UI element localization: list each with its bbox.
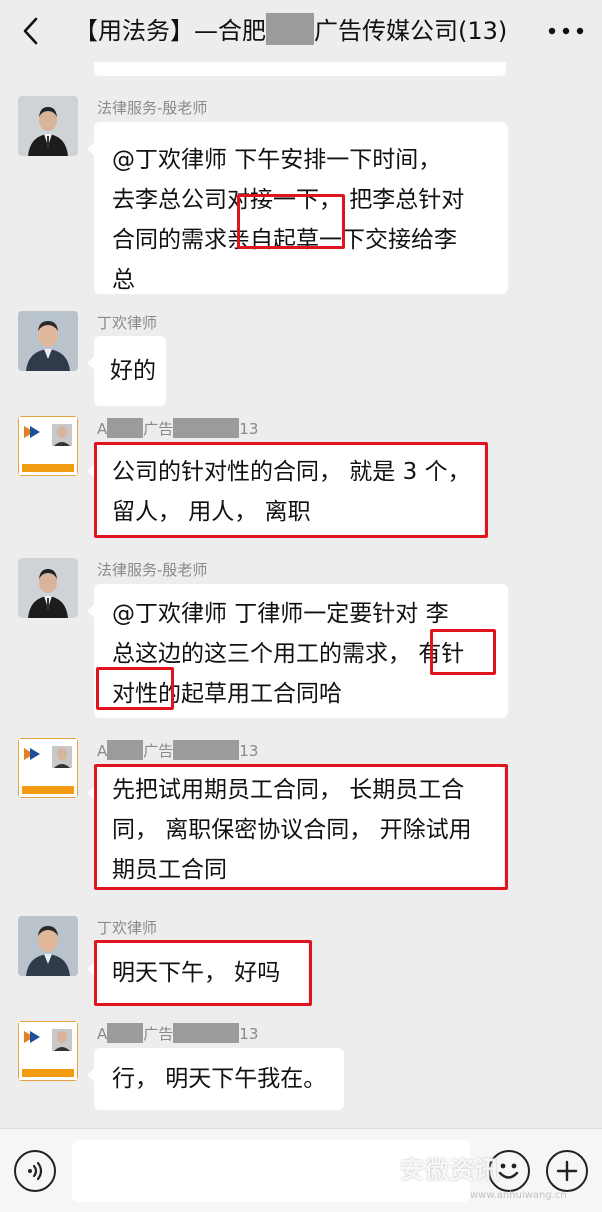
sender-initial: A <box>97 1025 108 1043</box>
avatar-company-logo[interactable] <box>18 738 78 798</box>
message-text-line: 去李总公司对接一下， 把李总针对 <box>112 187 465 213</box>
message-text-line: 公司的针对性的合同， 就是 3 个， <box>112 459 471 485</box>
redacted-block <box>173 740 240 760</box>
redacted-block <box>107 1023 144 1043</box>
chat-header: 【用法务】—合肥 广告传媒公司(13) <box>0 0 602 62</box>
redacted-block <box>173 1023 240 1043</box>
message-text-line: 先把试用期员工合同， 长期员工合 <box>112 777 465 803</box>
message-bubble[interactable]: 先把试用期员工合同， 长期员工合 同， 离职保密协议合同， 开除试用 期员工合同 <box>87 766 504 888</box>
person-avatar-icon <box>18 916 78 976</box>
avatar-lawyer-yin[interactable] <box>18 96 78 156</box>
voice-button[interactable] <box>14 1150 56 1192</box>
avatar-lawyer-ding[interactable] <box>18 916 78 976</box>
sender-name: 丁欢律师 <box>97 314 158 332</box>
message-text-line: 好的 <box>110 358 156 384</box>
sender-name: 丁欢律师 <box>97 919 158 937</box>
message-text-line: 期员工合同 <box>112 857 227 883</box>
person-avatar-icon <box>18 558 78 618</box>
message-text-line: @丁欢律师 丁律师一定要针对 李 <box>112 601 449 627</box>
message-text-line: 行， 明天下午我在。 <box>112 1066 327 1092</box>
sender-name: 法律服务-殷老师 <box>97 561 208 579</box>
more-dots-icon <box>548 27 584 35</box>
previous-message-bubble <box>94 62 506 76</box>
message-text-line: 总这边的这三个用工的需求， 有针 <box>112 641 465 667</box>
chat-title-left: 【用法务】—合肥 <box>74 17 266 45</box>
company-logo-icon <box>18 416 78 476</box>
redacted-block <box>173 418 240 438</box>
sender-fragment: 广告 <box>143 420 174 438</box>
avatar-lawyer-yin[interactable] <box>18 558 78 618</box>
company-logo-icon <box>18 738 78 798</box>
plus-icon <box>556 1160 578 1182</box>
sender-fragment: 13 <box>239 420 259 438</box>
message-text-line: 总 <box>112 267 135 293</box>
chat-title-right: 广告传媒公司(13) <box>314 17 508 45</box>
message-text-line: 明天下午， 好吗 <box>112 960 281 986</box>
sender-name: A 广告 13 <box>97 1023 258 1043</box>
message-text-line: 留人， 用人， 离职 <box>112 499 311 525</box>
sender-fragment: 广告 <box>143 1025 174 1043</box>
sender-fragment: 13 <box>239 742 259 760</box>
message-bubble[interactable]: 行， 明天下午我在。 <box>87 1048 344 1110</box>
message-bubble[interactable]: 好的 <box>87 336 166 406</box>
message-text-line: @丁欢律师 下午安排一下时间， <box>112 147 442 173</box>
message-bubble[interactable]: @丁欢律师 下午安排一下时间， 去李总公司对接一下， 把李总针对 合同的需求亲自… <box>87 122 508 294</box>
message-bubble[interactable]: 公司的针对性的合同， 就是 3 个， 留人， 用人， 离职 <box>87 444 484 536</box>
sender-name: A 广告 13 <box>97 740 258 760</box>
sender-name: 法律服务-殷老师 <box>97 99 208 117</box>
message-bubble[interactable]: 明天下午， 好吗 <box>87 942 308 1004</box>
watermark-logo: 安徽资讯 <box>400 1156 500 1184</box>
person-avatar-icon <box>18 96 78 156</box>
chevron-left-icon <box>23 17 38 45</box>
redacted-block <box>266 13 314 45</box>
message-text-line: 同， 离职保密协议合同， 开除试用 <box>112 817 472 843</box>
more-button[interactable] <box>544 14 588 48</box>
company-logo-icon <box>18 1021 78 1081</box>
watermark-url: www.anhuiwang.cn <box>470 1190 567 1201</box>
sender-fragment: 广告 <box>143 742 174 760</box>
redacted-block <box>107 740 144 760</box>
avatar-company-logo[interactable] <box>18 1021 78 1081</box>
message-text-line: 合同的需求亲自起草一下交接给李 <box>112 227 457 253</box>
redacted-block <box>107 418 144 438</box>
back-button[interactable] <box>14 14 48 48</box>
chat-title: 【用法务】—合肥 广告传媒公司(13) <box>74 12 507 50</box>
person-avatar-icon <box>18 311 78 371</box>
sender-initial: A <box>97 742 108 760</box>
voice-icon <box>28 1161 43 1181</box>
avatar-company-logo[interactable] <box>18 416 78 476</box>
sender-initial: A <box>97 420 108 438</box>
avatar-lawyer-ding[interactable] <box>18 311 78 371</box>
sender-fragment: 13 <box>239 1025 259 1043</box>
plus-button[interactable] <box>546 1150 588 1192</box>
message-text-line: 对性的起草用工合同哈 <box>112 681 342 707</box>
sender-name: A 广告 13 <box>97 418 258 438</box>
message-bubble[interactable]: @丁欢律师 丁律师一定要针对 李 总这边的这三个用工的需求， 有针 对性的起草用… <box>87 584 508 718</box>
